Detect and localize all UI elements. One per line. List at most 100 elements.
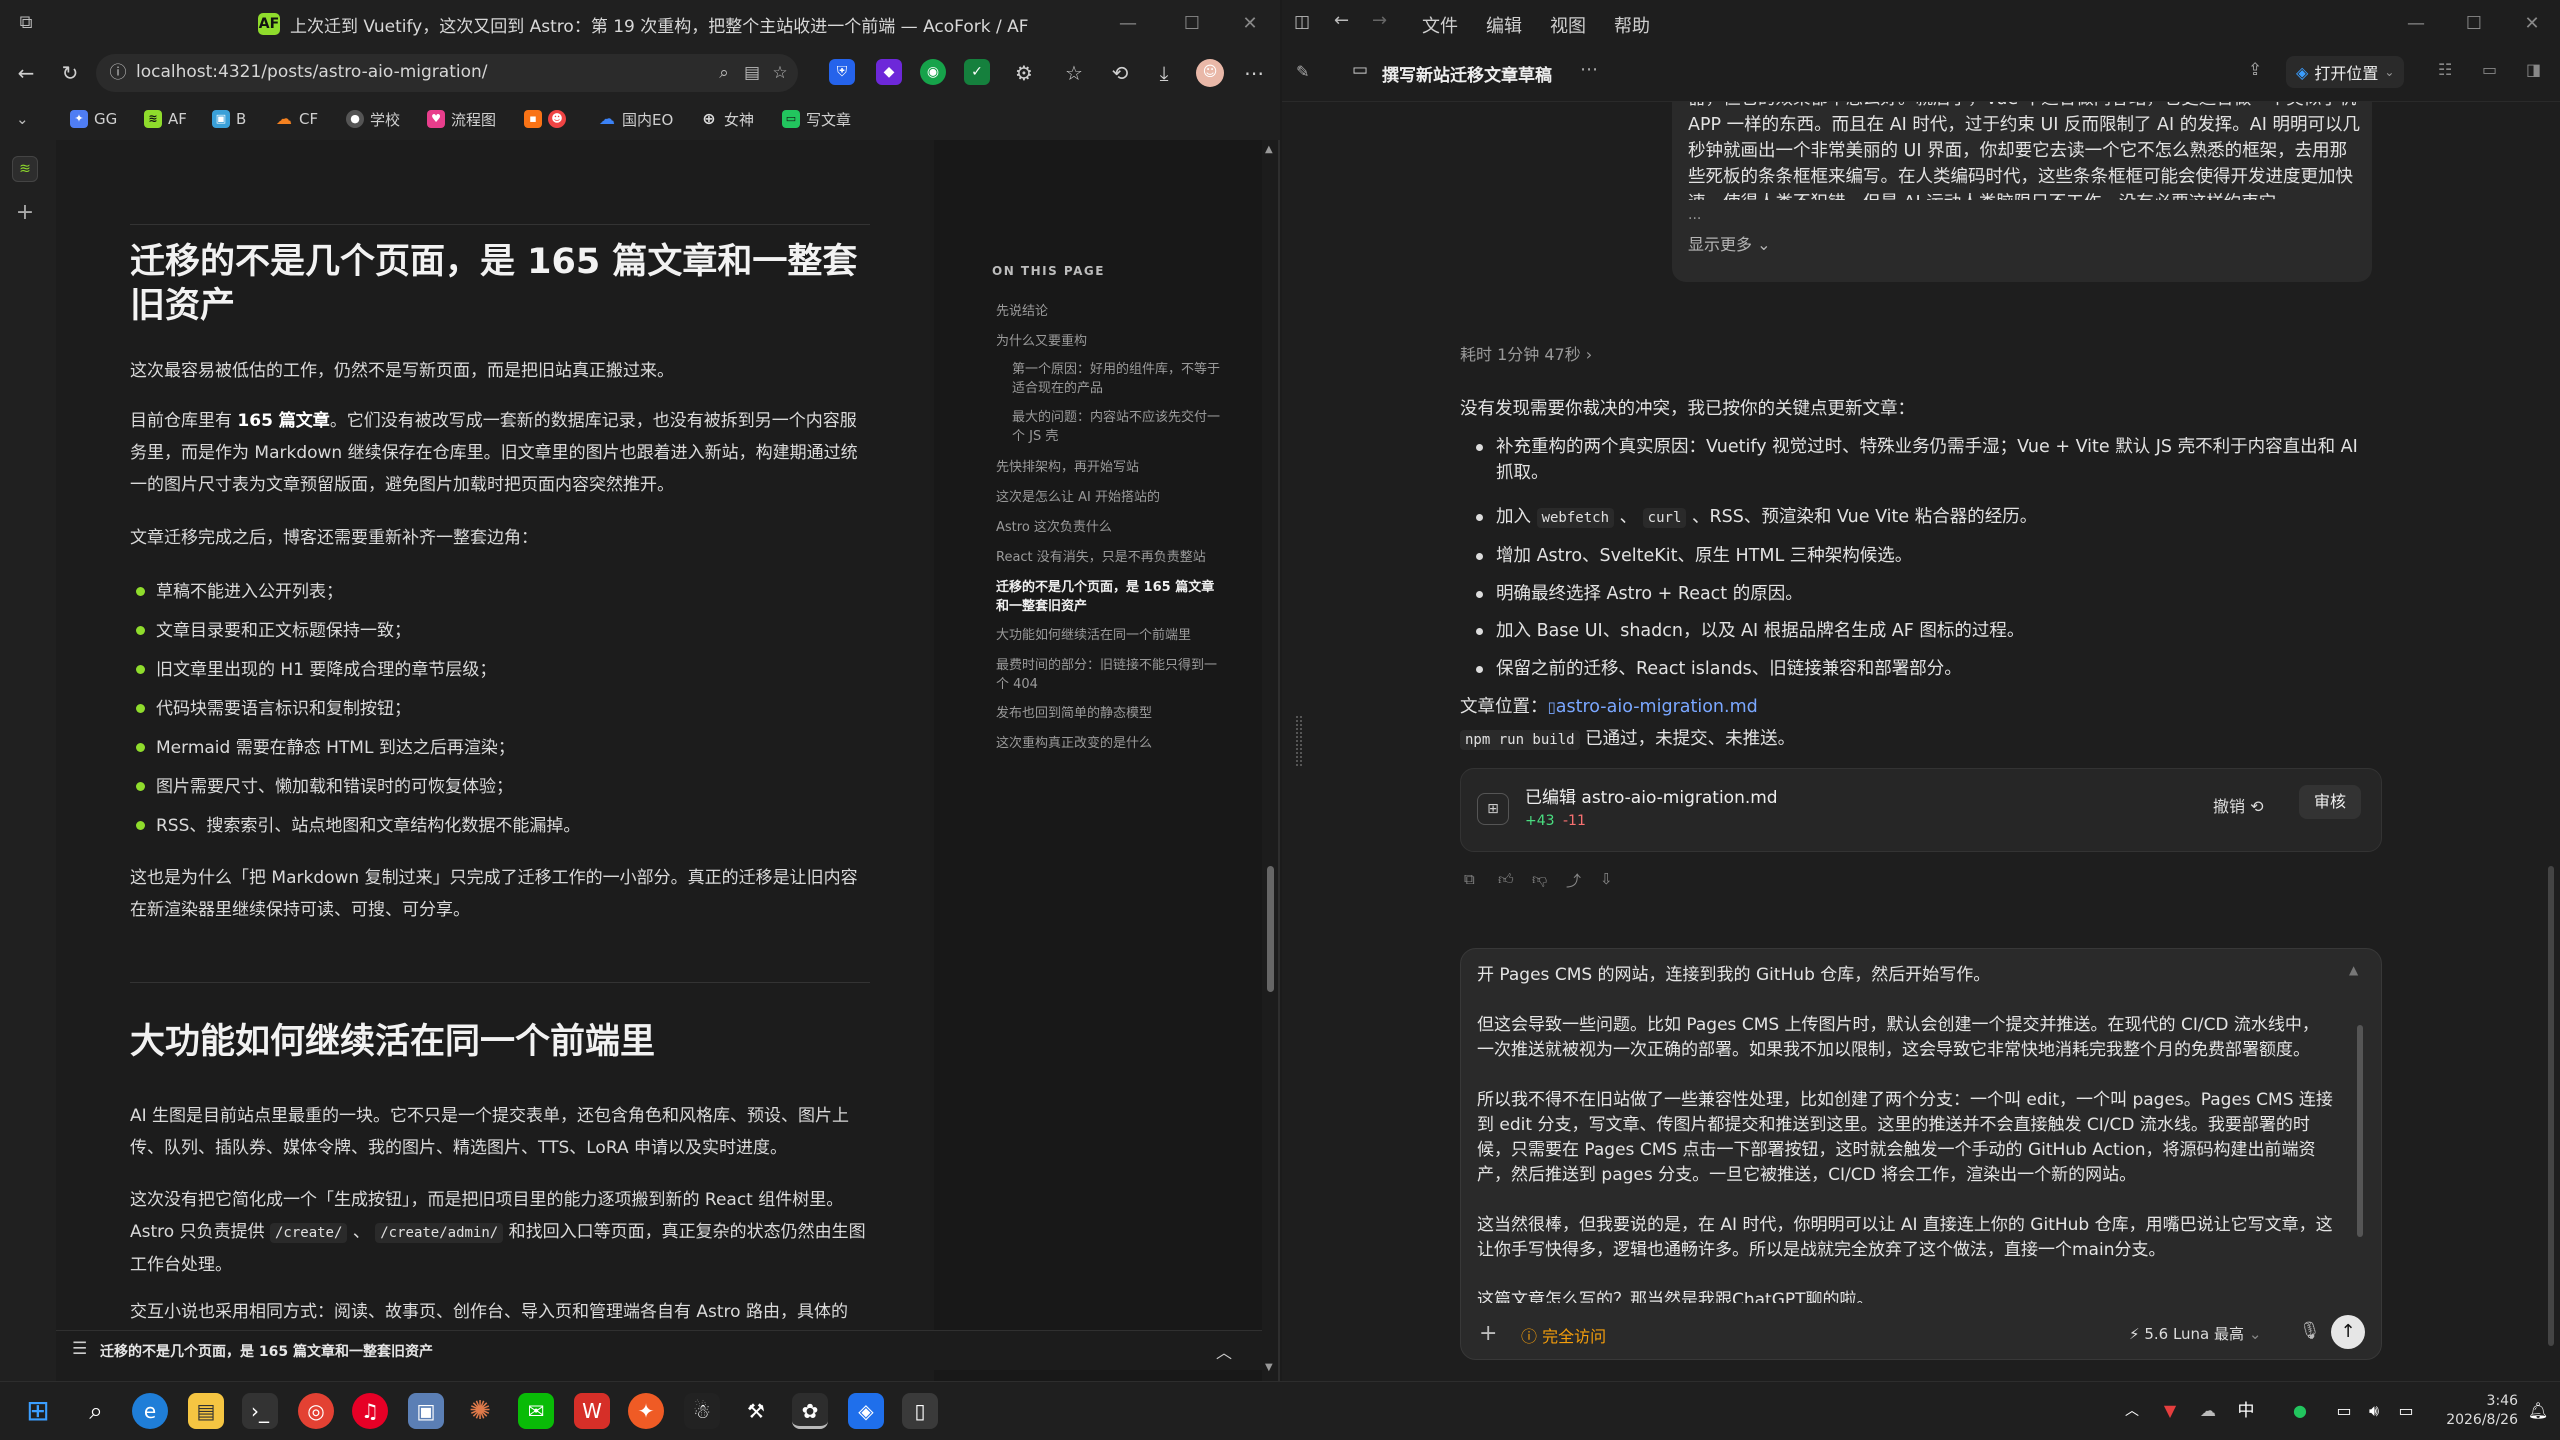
workspaces-icon[interactable]: ⧉: [14, 12, 38, 36]
history-icon[interactable]: ⟲: [1106, 59, 1134, 87]
favorite-star-icon[interactable]: ☆: [768, 61, 792, 85]
toc-item[interactable]: 先快排架构，再开始写站: [996, 458, 1226, 477]
bookmark-school[interactable]: ● 学校: [346, 108, 400, 130]
reader-icon[interactable]: ▤: [740, 61, 764, 85]
thumbs-down-icon[interactable]: 👎︎: [1532, 870, 1547, 889]
sidebar-af-icon[interactable]: ≋: [12, 156, 38, 182]
edge-icon[interactable]: e: [132, 1393, 168, 1429]
composer-textarea[interactable]: 开 Pages CMS 的网站，连接到我的 GitHub 仓库，然后开始写作。 …: [1477, 963, 2335, 1303]
side-panel-icon[interactable]: ◨: [2526, 60, 2541, 79]
toc-item[interactable]: 最大的问题：内容站不应该先交付一个 JS 壳: [1012, 408, 1222, 446]
tray-app-icon[interactable]: ●: [2282, 1393, 2318, 1429]
toc-item-active[interactable]: 迁移的不是几个页面，是 165 篇文章和一整套旧资产: [996, 578, 1226, 616]
toc-item[interactable]: 这次重构真正改变的是什么: [996, 734, 1226, 753]
battery-icon[interactable]: ▭: [2388, 1393, 2424, 1429]
menu-view[interactable]: 视图: [1550, 12, 1586, 38]
terminal-panel-icon[interactable]: ▭: [2482, 60, 2497, 79]
app-window-icon[interactable]: ▯: [902, 1393, 938, 1429]
microphone-icon[interactable]: 🎙︎: [2299, 1321, 2321, 1341]
tray-cloud-icon[interactable]: ☁: [2190, 1393, 2226, 1429]
extension-shield-icon[interactable]: ⛨: [829, 59, 855, 85]
refresh-icon[interactable]: ↻: [56, 59, 84, 87]
tool-icon[interactable]: ⚒: [738, 1393, 774, 1429]
edited-file-card[interactable]: ⊞ 已编辑 astro-aio-migration.md +43 -11 撤销 …: [1460, 768, 2382, 852]
access-mode-button[interactable]: ⓘ 完全访问: [1521, 1323, 1606, 1347]
toc-item[interactable]: 第一个原因：好用的组件库，不等于适合现在的产品: [1012, 360, 1222, 398]
vscode-icon[interactable]: ◈: [848, 1393, 884, 1429]
ime-indicator[interactable]: 中: [2228, 1393, 2264, 1429]
toc-item[interactable]: 为什么又要重构: [996, 332, 1226, 351]
add-attachment-icon[interactable]: +: [1479, 1321, 1497, 1346]
bookmark-gg[interactable]: ✦ GG: [70, 108, 117, 130]
menu-help[interactable]: 帮助: [1614, 12, 1650, 38]
new-chat-icon[interactable]: ✎: [1296, 62, 1309, 81]
search-icon[interactable]: ⌕: [78, 1393, 114, 1429]
extension-green-icon[interactable]: ◉: [920, 59, 946, 85]
scroll-up-icon[interactable]: ▲: [1265, 144, 1273, 155]
toc-item[interactable]: 发布也回到简单的静态模型: [996, 704, 1226, 723]
bookmark-domestic-eo[interactable]: ☁ 国内EO: [598, 108, 673, 130]
favorites-icon[interactable]: ☆: [1060, 59, 1088, 87]
page-scrollbar[interactable]: ▲ ▼: [1262, 140, 1278, 1381]
resize-handle[interactable]: [1296, 716, 1302, 766]
message-composer[interactable]: 开 Pages CMS 的网站，连接到我的 GitHub 仓库，然后开始写作。 …: [1460, 948, 2382, 1360]
wechat-icon[interactable]: ✉: [518, 1393, 554, 1429]
model-selector[interactable]: ⚡ 5.6 Luna 最高 ⌄: [2129, 1323, 2261, 1344]
copy-icon[interactable]: ⧉: [1464, 870, 1475, 888]
bookmark-write[interactable]: ▭ 写文章: [782, 108, 851, 130]
bookmark-cf[interactable]: ☁ CF: [275, 108, 318, 130]
forward-icon[interactable]: →: [1372, 10, 1387, 31]
tray-vpn-icon[interactable]: ▼: [2152, 1393, 2188, 1429]
close-icon[interactable]: ✕: [1230, 10, 1270, 38]
open-location-button[interactable]: ◈ 打开位置 ⌄: [2286, 56, 2405, 88]
chatgpt-icon[interactable]: ✿: [792, 1393, 828, 1429]
minimize-icon[interactable]: —: [1108, 10, 1148, 38]
close-icon[interactable]: ✕: [2512, 10, 2552, 38]
chat-scroll-thumb[interactable]: [2548, 866, 2554, 1346]
composer-collapse-icon[interactable]: ▲: [2349, 963, 2358, 977]
chrome-icon[interactable]: ◎: [298, 1393, 334, 1429]
extensions-icon[interactable]: ⚙: [1010, 59, 1038, 87]
review-button[interactable]: 审核: [2299, 785, 2361, 819]
clock[interactable]: 3:46 2026/8/26: [2436, 1392, 2518, 1430]
toc-item[interactable]: 先说结论: [996, 302, 1226, 321]
scroll-down-icon[interactable]: ▼: [1265, 1362, 1273, 1373]
back-icon[interactable]: ←: [1334, 10, 1349, 31]
tab-list-chevron-icon[interactable]: ⌄: [16, 110, 29, 128]
thumbs-up-icon[interactable]: 👍︎: [1498, 870, 1514, 889]
menu-edit[interactable]: 编辑: [1486, 12, 1522, 38]
url-text[interactable]: localhost:4321/posts/astro-aio-migration…: [136, 62, 488, 82]
toc-item[interactable]: 大功能如何继续活在同一个前端里: [996, 626, 1226, 645]
toc-item[interactable]: 最费时间的部分：旧链接不能只得到一个 404: [996, 656, 1226, 694]
composer-scroll-thumb[interactable]: [2357, 1025, 2363, 1237]
diff-panel-icon[interactable]: ☷: [2438, 60, 2452, 79]
file-explorer-icon[interactable]: ▤: [188, 1393, 224, 1429]
tray-overflow-icon[interactable]: ︿: [2114, 1393, 2150, 1429]
wps-icon[interactable]: W: [574, 1393, 610, 1429]
avatar[interactable]: ☺: [1196, 59, 1224, 87]
minimize-icon[interactable]: —: [2396, 10, 2436, 38]
address-bar[interactable]: ⓘ localhost:4321/posts/astro-aio-migrati…: [96, 54, 798, 92]
more-menu-icon[interactable]: ⋯: [1240, 59, 1268, 87]
back-icon[interactable]: ←: [12, 59, 40, 87]
claude-icon[interactable]: ✺: [462, 1393, 498, 1429]
extension-purple-icon[interactable]: ◆: [876, 59, 902, 85]
show-more-button[interactable]: 显示更多 ⌄: [1688, 232, 1771, 258]
share-icon[interactable]: ⇪: [2248, 60, 2262, 80]
send-button[interactable]: ↑: [2331, 1315, 2365, 1349]
bookmark-goddess[interactable]: ⊕ 女神: [700, 108, 754, 130]
terminal-icon[interactable]: ›_: [242, 1393, 278, 1429]
site-info-icon[interactable]: ⓘ: [106, 61, 130, 85]
toc-item[interactable]: Astro 这次负责什么: [996, 518, 1226, 537]
undo-button[interactable]: 撤销 ⟲: [2213, 793, 2264, 817]
mobile-toc-bar[interactable]: ☰ 迁移的不是几个页面，是 165 篇文章和一整套旧资产 ︿: [56, 1330, 1262, 1370]
bookmark-flowchart[interactable]: ♥ 流程图: [427, 108, 496, 130]
branch-icon[interactable]: ⤴: [1566, 870, 1581, 891]
toc-item[interactable]: 这次是怎么让 AI 开始搭站的: [996, 488, 1226, 507]
chevron-up-icon[interactable]: ︿: [1216, 1339, 1232, 1363]
bookmark-b[interactable]: ▣ B: [212, 108, 246, 130]
extension-adguard-icon[interactable]: ✓: [964, 59, 990, 85]
file-link[interactable]: astro-aio-migration.md: [1556, 697, 1758, 717]
start-icon[interactable]: ⊞: [20, 1393, 56, 1429]
zoom-icon[interactable]: ⌕: [712, 61, 736, 85]
